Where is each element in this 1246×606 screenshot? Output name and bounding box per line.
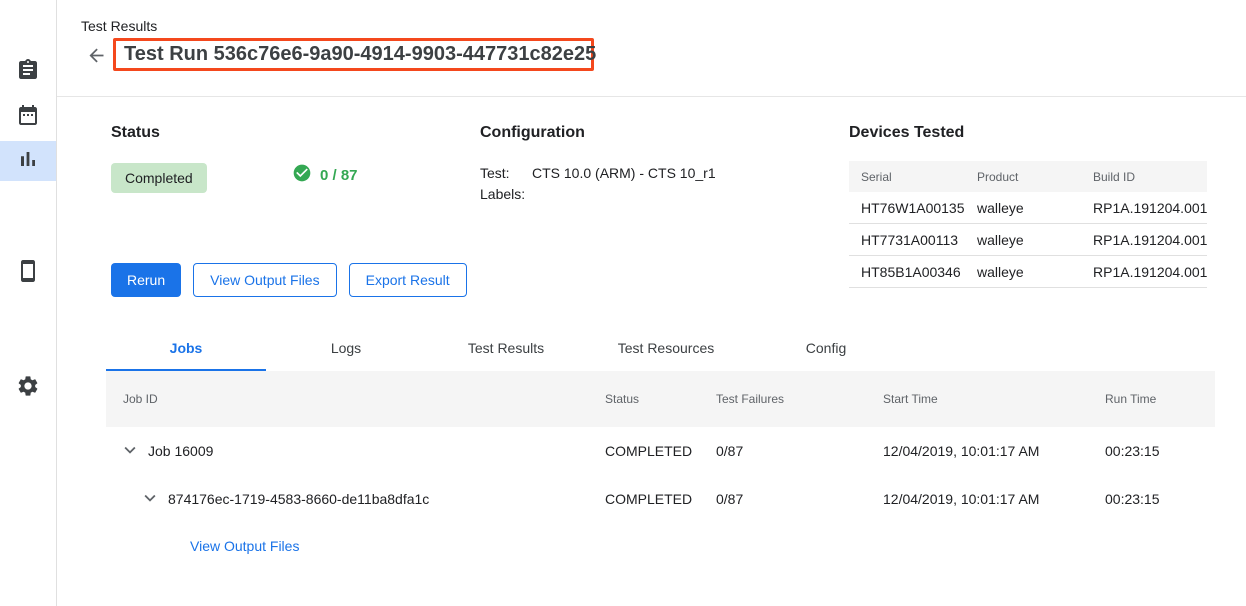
tab-bar: Jobs Logs Test Results Test Resources Co… [106,325,906,371]
config-test-value: CTS 10.0 (ARM) - CTS 10_r1 [532,163,716,184]
device-build-id: RP1A.191204.001 [1081,232,1207,248]
job-run-time: 00:23:15 [1105,443,1215,459]
attempt-test-failures: 0/87 [716,491,883,507]
device-serial: HT7731A00113 [849,232,965,248]
device-row: HT85B1A00346 walleye RP1A.191204.001 [849,256,1207,288]
device-build-id: RP1A.191204.001 [1081,200,1207,216]
jobs-col-job-id: Job ID [106,392,605,406]
arrow-back-icon [86,54,107,69]
sidebar-item-devices[interactable] [0,253,56,293]
sidebar-item-tests[interactable] [0,52,56,92]
device-product: walleye [965,232,1081,248]
tab-jobs[interactable]: Jobs [106,325,266,371]
jobs-table: Job ID Status Test Failures Start Time R… [106,371,1215,569]
tab-test-resources[interactable]: Test Resources [586,325,746,371]
config-test-row: Test: CTS 10.0 (ARM) - CTS 10_r1 [480,163,716,184]
devices-col-build-id: Build ID [1081,170,1207,184]
chevron-down-icon [119,439,141,464]
config-labels-label: Labels: [480,184,532,205]
test-run-page: Test Results Test Run 536c76e6-9a90-4914… [0,0,1246,606]
attempt-status: COMPLETED [605,491,716,507]
jobs-col-status: Status [605,392,716,406]
view-output-files-link[interactable]: View Output Files [190,538,299,554]
expand-attempt-button[interactable] [138,487,162,511]
jobs-col-test-failures: Test Failures [716,392,883,406]
page-title: Test Run 536c76e6-9a90-4914-9903-447731c… [124,43,596,66]
status-heading: Status [111,123,160,143]
annotation-highlight-box: Test Run 536c76e6-9a90-4914-9903-447731c… [113,38,594,71]
gear-icon [16,374,40,403]
job-test-failures: 0/87 [716,443,883,459]
tab-config[interactable]: Config [746,325,906,371]
attempt-start-time: 12/04/2019, 10:01:17 AM [883,491,1105,507]
page-header: Test Results Test Run 536c76e6-9a90-4914… [57,0,1246,97]
failure-count: 0 / 87 [292,163,358,187]
job-row: Job 16009 COMPLETED 0/87 12/04/2019, 10:… [106,427,1215,475]
expand-job-button[interactable] [118,439,142,463]
device-product: walleye [965,264,1081,280]
export-result-button[interactable]: Export Result [349,263,467,297]
breadcrumb: Test Results [81,18,157,34]
device-serial: HT76W1A00135 [849,200,965,216]
job-status: COMPLETED [605,443,716,459]
device-row: HT7731A00113 walleye RP1A.191204.001 [849,224,1207,256]
smartphone-icon [16,259,40,288]
jobs-col-start-time: Start Time [883,392,1105,406]
devices-table-header: Serial Product Build ID [849,161,1207,192]
device-serial: HT85B1A00346 [849,264,965,280]
tab-logs[interactable]: Logs [266,325,426,371]
device-row: HT76W1A00135 walleye RP1A.191204.001 [849,192,1207,224]
configuration-heading: Configuration [480,123,585,143]
job-attempt-row: 874176ec-1719-4583-8660-de11ba8dfa1c COM… [106,475,1215,523]
view-output-files-button[interactable]: View Output Files [193,263,336,297]
clipboard-icon [16,58,40,87]
job-id: Job 16009 [148,443,213,459]
devices-table: Serial Product Build ID HT76W1A00135 wal… [849,161,1207,288]
action-buttons: Rerun View Output Files Export Result [111,263,467,297]
attempt-run-time: 00:23:15 [1105,491,1215,507]
sidebar-item-settings[interactable] [0,368,56,408]
sidebar-item-test-plans[interactable] [0,97,56,137]
config-test-label: Test: [480,163,532,184]
bar-chart-icon [16,147,40,176]
configuration-fields: Test: CTS 10.0 (ARM) - CTS 10_r1 Labels: [480,163,716,205]
attempt-id: 874176ec-1719-4583-8660-de11ba8dfa1c [168,491,429,507]
device-product: walleye [965,200,1081,216]
sidebar-item-test-results[interactable] [0,141,56,181]
jobs-table-header: Job ID Status Test Failures Start Time R… [106,371,1215,427]
config-labels-row: Labels: [480,184,716,205]
tab-test-results[interactable]: Test Results [426,325,586,371]
jobs-col-run-time: Run Time [1105,392,1215,406]
status-badge: Completed [111,163,207,193]
sidebar [0,0,57,606]
chevron-down-icon [139,487,161,512]
calendar-icon [16,103,40,132]
job-start-time: 12/04/2019, 10:01:17 AM [883,443,1105,459]
back-button[interactable] [84,45,108,69]
failure-count-label: 0 / 87 [320,167,358,184]
check-circle-icon [292,163,312,187]
devices-col-serial: Serial [849,170,965,184]
rerun-button[interactable]: Rerun [111,263,181,297]
job-link-row: View Output Files [106,523,1215,569]
devices-col-product: Product [965,170,1081,184]
devices-tested-heading: Devices Tested [849,123,964,143]
device-build-id: RP1A.191204.001 [1081,264,1207,280]
